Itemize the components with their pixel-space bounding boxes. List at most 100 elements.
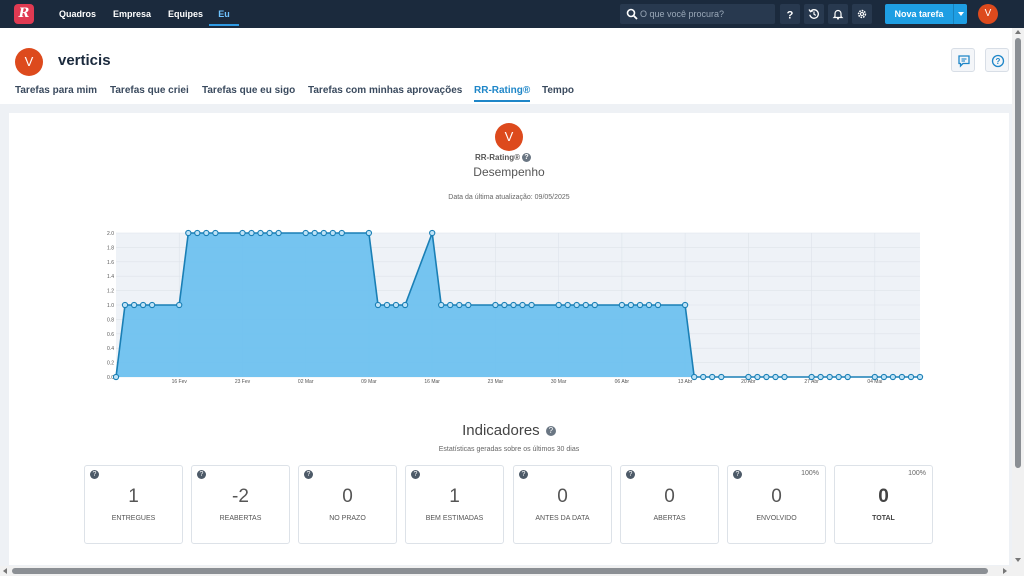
data-point — [275, 229, 282, 237]
horizontal-scroll-thumb[interactable] — [12, 568, 988, 574]
indicator-label: NO PRAZO — [329, 515, 366, 522]
data-point — [212, 229, 219, 237]
y-tick-label: 1.6 — [107, 260, 114, 266]
y-tick-label: 2.0 — [107, 231, 114, 237]
help-icon[interactable]: ? — [304, 470, 313, 479]
y-tick-label: 0.6 — [107, 332, 114, 338]
indicators-title-text: Indicadores — [462, 422, 540, 439]
help-button[interactable]: ? — [780, 4, 800, 24]
tab-tarefas-que-eu-sigo[interactable]: Tarefas que eu sigo — [202, 84, 295, 102]
data-point — [383, 301, 391, 309]
data-point — [745, 373, 752, 381]
data-point — [808, 373, 815, 381]
help-icon[interactable]: ? — [733, 470, 742, 479]
tab-tarefas-com-minhas-aprovacoes[interactable]: Tarefas com minhas aprovações — [308, 84, 462, 102]
rating-help-icon[interactable]: ? — [522, 153, 531, 163]
help-icon[interactable]: ? — [626, 470, 635, 479]
data-point — [754, 373, 761, 381]
notifications-button[interactable] — [828, 4, 848, 24]
profile-name: verticis — [58, 52, 111, 69]
data-point — [438, 301, 445, 309]
y-tick-label: 1.8 — [107, 245, 114, 251]
indicator-value: 0 — [557, 486, 568, 507]
svg-text:?: ? — [996, 57, 1001, 66]
tab-rr-rating[interactable]: RR-Rating® — [474, 84, 531, 102]
data-point — [916, 373, 924, 381]
data-point — [564, 301, 571, 309]
data-point — [320, 229, 327, 237]
y-tick-label: 0.4 — [107, 346, 114, 352]
data-point — [627, 301, 635, 309]
help-icon[interactable]: ? — [197, 470, 206, 479]
data-point — [709, 373, 716, 381]
x-tick-label: 16 Mar — [424, 379, 440, 385]
indicator-card-bem-estimadas: ? 1 BEM ESTIMADAS — [405, 465, 504, 544]
data-point — [248, 229, 255, 237]
nav-quadros[interactable]: Quadros — [57, 0, 98, 28]
y-tick-label: 0.8 — [107, 317, 114, 323]
indicator-value: 0 — [664, 486, 675, 507]
indicator-value: 1 — [128, 486, 139, 507]
indicator-value: 0 — [771, 486, 782, 507]
help-icon[interactable]: ? — [411, 470, 420, 479]
data-point — [185, 229, 192, 237]
indicator-percent: 100% — [801, 470, 819, 477]
indicators-title: Indicadores ? — [409, 422, 609, 439]
chat-icon — [958, 55, 970, 68]
new-task-button[interactable]: Nova tarefa — [885, 4, 953, 24]
indicator-label: BEM ESTIMADAS — [425, 515, 484, 522]
data-point — [844, 373, 851, 381]
horizontal-scrollbar[interactable] — [0, 566, 1024, 576]
nav-empresa[interactable]: Empresa — [111, 0, 153, 28]
indicator-label: ENVOLVIDO — [756, 515, 797, 522]
x-tick-label: 23 Fev — [235, 379, 251, 385]
indicator-value: 1 — [449, 486, 460, 507]
data-point — [401, 301, 409, 309]
vertical-scrollbar[interactable] — [1012, 28, 1024, 566]
data-point — [645, 301, 653, 309]
data-point — [826, 373, 833, 381]
page-help-button[interactable]: ? — [985, 48, 1009, 72]
data-point — [429, 229, 436, 237]
nav-equipes[interactable]: Equipes — [166, 0, 205, 28]
data-point — [691, 373, 698, 381]
indicator-label: REABERTAS — [219, 515, 262, 522]
x-tick-label: 09 Mar — [361, 379, 377, 385]
search-box[interactable] — [620, 4, 775, 24]
indicator-card-total: 100% 0 TOTAL — [834, 465, 933, 544]
help-icon[interactable]: ? — [90, 470, 99, 479]
help-icon[interactable]: ? — [519, 470, 528, 479]
scroll-up-arrow-icon[interactable] — [1015, 30, 1021, 34]
data-point — [573, 301, 580, 309]
new-task-dropdown-button[interactable] — [953, 4, 967, 24]
data-point — [194, 229, 201, 237]
data-point — [176, 301, 183, 309]
data-point — [772, 373, 779, 381]
vertical-scroll-thumb[interactable] — [1015, 38, 1021, 468]
scroll-right-arrow-icon[interactable] — [1003, 568, 1007, 574]
data-point — [718, 373, 725, 381]
scroll-down-arrow-icon[interactable] — [1015, 558, 1021, 562]
user-avatar-menu[interactable]: V — [978, 4, 998, 24]
data-point — [492, 301, 499, 309]
data-point — [121, 301, 129, 309]
indicators-help-icon[interactable]: ? — [545, 426, 556, 437]
data-point — [700, 373, 707, 381]
search-input[interactable] — [640, 6, 770, 22]
data-point — [907, 373, 915, 381]
app-logo[interactable]: R — [14, 4, 34, 24]
data-point — [365, 229, 373, 237]
tab-tarefas-que-criei[interactable]: Tarefas que criei — [110, 84, 189, 102]
data-point — [555, 301, 562, 309]
nav-eu[interactable]: Eu — [209, 0, 239, 26]
settings-button[interactable] — [852, 4, 872, 24]
data-point — [591, 301, 598, 309]
rating-label: RR-Rating®? — [470, 153, 536, 163]
scroll-left-arrow-icon[interactable] — [3, 568, 7, 574]
tab-tarefas-para-mim[interactable]: Tarefas para mim — [15, 84, 97, 102]
tab-tempo[interactable]: Tempo — [542, 84, 574, 102]
feedback-button[interactable] — [951, 48, 975, 72]
history-button[interactable] — [804, 4, 824, 24]
svg-text:?: ? — [787, 10, 794, 21]
bell-icon — [832, 9, 844, 20]
